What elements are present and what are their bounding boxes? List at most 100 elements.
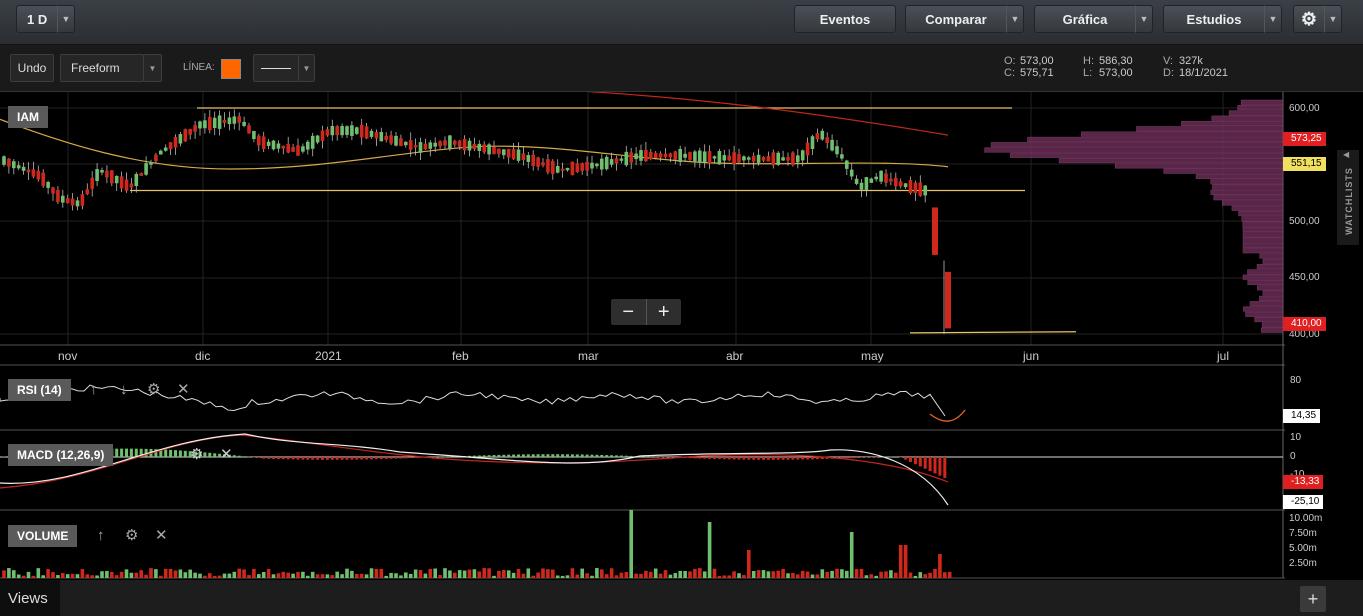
arrow-down-icon[interactable]: ↓ — [120, 381, 128, 398]
candle-body — [75, 200, 80, 207]
volume-bar — [859, 568, 864, 578]
candle-body — [712, 156, 717, 159]
volume-bar — [849, 532, 854, 578]
line-label: LÍNEA: — [183, 62, 215, 73]
macd-histogram-bar — [708, 457, 712, 459]
arrow-up-icon[interactable]: ↑ — [97, 527, 105, 544]
draw-mode-dropdown[interactable]: ▼ — [143, 54, 162, 82]
volume-bar — [879, 571, 883, 578]
close-icon[interactable]: ✕ — [177, 380, 190, 398]
interval-dropdown[interactable]: ▼ — [57, 5, 75, 33]
candle-body — [261, 136, 266, 149]
macd-histogram-bar — [208, 452, 212, 457]
volume-bar — [683, 570, 687, 578]
macd-histogram-bar — [267, 457, 271, 459]
candle-body — [492, 146, 496, 155]
grafica-button[interactable]: Gráfica — [1034, 5, 1136, 33]
gear-icon[interactable]: ⚙ — [125, 526, 138, 544]
volume-bar — [359, 573, 364, 578]
rsi-value: 14,35 — [1291, 410, 1317, 421]
macd-histogram-bar — [757, 457, 761, 460]
gear-icon[interactable]: ⚙ — [190, 445, 203, 463]
chevron-down-icon: ▼ — [61, 14, 71, 24]
macd-histogram-bar — [502, 454, 506, 457]
arrow-up-icon[interactable]: ↑ — [90, 381, 98, 398]
volume-bar — [26, 571, 31, 578]
candle-body — [399, 138, 403, 147]
candle-body — [448, 135, 452, 149]
candle-body — [560, 168, 565, 171]
volume-bar — [110, 572, 114, 578]
chevron-down-icon: ▼ — [302, 63, 311, 73]
volume-bar — [624, 571, 629, 578]
volume-label: V: — [1163, 55, 1173, 67]
candle-body — [70, 198, 75, 206]
undo-label: Undo — [17, 61, 47, 75]
macd-histogram-bar — [747, 457, 751, 460]
settings-dropdown[interactable]: ▼ — [1324, 5, 1342, 33]
estudios-button[interactable]: Estudios — [1163, 5, 1265, 33]
comparar-button[interactable]: Comparar — [905, 5, 1007, 33]
candle-body — [707, 151, 712, 164]
candle-body — [134, 173, 139, 187]
x-tick: may — [861, 349, 884, 363]
volume-bar — [830, 570, 834, 578]
watchlists-tab[interactable]: ◀ WATCHLISTS — [1337, 150, 1359, 245]
settings-button[interactable]: ⚙ — [1293, 5, 1325, 33]
candle-body — [805, 142, 810, 156]
volume-bar — [423, 573, 428, 578]
volume-bar — [810, 574, 815, 578]
rsi-label[interactable]: RSI (14) — [8, 379, 71, 401]
gear-icon[interactable]: ⚙ — [147, 380, 160, 398]
undo-button[interactable]: Undo — [10, 54, 54, 82]
volume-bar — [271, 574, 276, 578]
candle-body — [340, 126, 344, 136]
line-color-swatch[interactable] — [221, 59, 241, 79]
candle-body — [16, 165, 21, 169]
volume-bar — [820, 569, 825, 578]
volume-bar — [575, 574, 580, 578]
candle-body — [653, 152, 658, 159]
candle-body — [198, 121, 202, 129]
volume-bar — [555, 575, 560, 578]
line-style-icon — [261, 67, 291, 69]
candle-body — [570, 161, 575, 176]
volume-bar — [908, 572, 913, 578]
close-icon[interactable]: ✕ — [155, 526, 168, 544]
estudios-dropdown[interactable]: ▼ — [1264, 5, 1282, 33]
rsi-projection-line — [929, 409, 966, 422]
price-chart-canvas[interactable] — [0, 92, 1363, 580]
add-view-button[interactable]: + — [1300, 586, 1326, 612]
symbol-text: IAM — [17, 110, 39, 124]
eventos-button[interactable]: Eventos — [794, 5, 896, 33]
line-style-dropdown[interactable]: ▼ — [298, 54, 315, 82]
candle-body — [310, 135, 315, 149]
comparar-dropdown[interactable]: ▼ — [1006, 5, 1024, 33]
draw-mode-select[interactable]: Freeform — [60, 54, 144, 82]
macd-histogram-bar — [664, 457, 667, 458]
views-tab[interactable]: Views — [0, 580, 60, 616]
interval-select[interactable]: 1 D — [16, 5, 58, 33]
volume-bar — [12, 570, 16, 578]
zoom-in-button[interactable]: + — [647, 299, 682, 325]
candle-body — [203, 120, 207, 129]
volume-bar — [634, 573, 638, 578]
symbol-label[interactable]: IAM — [8, 106, 48, 128]
volume-bar — [154, 569, 158, 578]
macd-label[interactable]: MACD (12,26,9) — [8, 444, 114, 466]
macd-histogram-bar — [546, 454, 550, 457]
line-style-select[interactable] — [253, 54, 299, 82]
volume-bar — [355, 573, 359, 578]
grafica-dropdown[interactable]: ▼ — [1135, 5, 1153, 33]
zoom-out-button[interactable]: − — [611, 299, 647, 325]
macd-histogram-bar — [335, 457, 339, 460]
macd-histogram-bar — [801, 457, 805, 460]
volume-bar — [413, 569, 418, 578]
volume-bar — [374, 568, 379, 578]
volume-label[interactable]: VOLUME — [8, 525, 78, 547]
volume-bar — [854, 569, 859, 578]
ohlc-high-low: H: 586,30 L: 573,00 — [1083, 55, 1133, 79]
macd-histogram-bar — [281, 457, 285, 460]
close-icon[interactable]: ✕ — [220, 445, 233, 463]
volume-bar — [105, 570, 109, 578]
